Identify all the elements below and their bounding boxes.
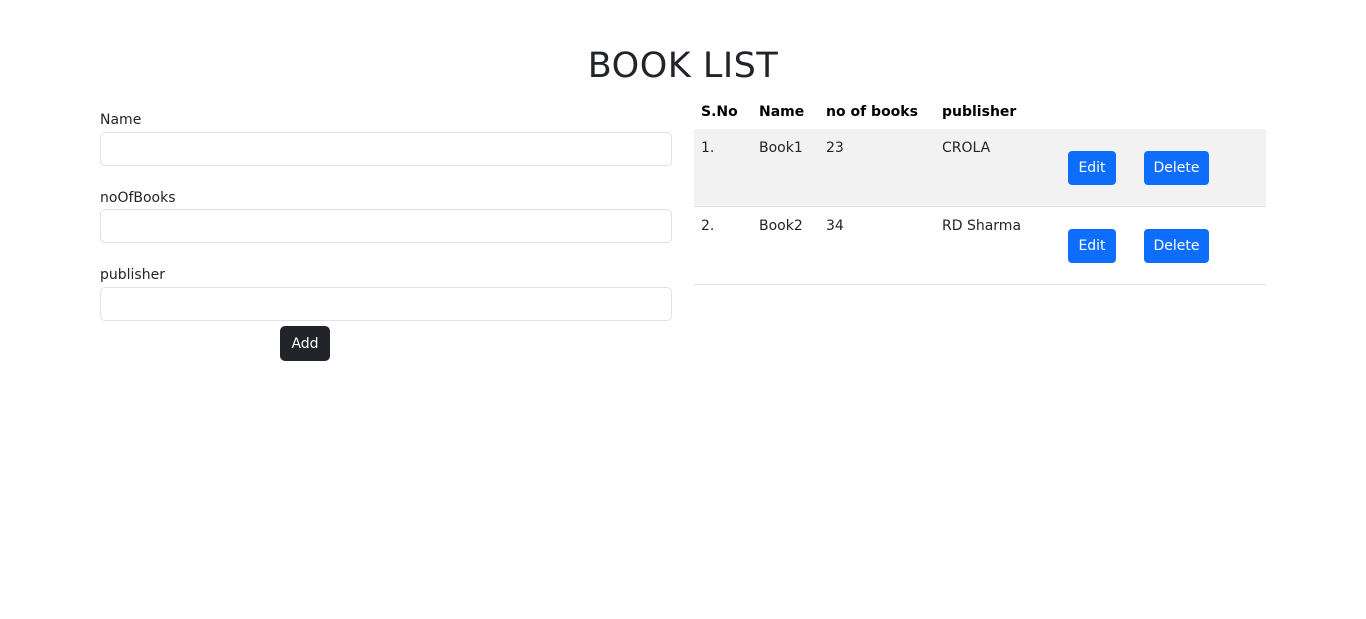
table-row: 2. Book2 34 RD Sharma Edit Delete [694, 206, 1266, 285]
header-edit [1054, 95, 1130, 129]
header-name: Name [759, 104, 805, 120]
publisher-input[interactable] [100, 287, 672, 321]
name-label: Name [100, 112, 142, 128]
cell-name: Book1 [752, 129, 819, 207]
cell-publisher: CROLA [935, 129, 1054, 207]
table-header-row: S.No Name no of books publisher [694, 95, 1266, 129]
cell-name: Book2 [752, 206, 819, 285]
page-title: BOOK LIST [587, 46, 779, 86]
book-table: S.No Name no of books publisher 1. Book1… [694, 95, 1266, 285]
header-no-of-books: no of books [826, 104, 918, 120]
no-of-books-label: noOfBooks [100, 190, 176, 206]
header-sno: S.No [701, 104, 738, 120]
page: BOOK LIST Name noOfBooks publisher Add S… [0, 0, 1366, 619]
header-delete [1130, 95, 1266, 129]
add-button[interactable]: Add [280, 326, 330, 361]
name-input[interactable] [100, 132, 672, 166]
cell-sno: 1. [694, 129, 752, 207]
delete-button[interactable]: Delete [1144, 151, 1209, 185]
header-publisher: publisher [942, 104, 1017, 120]
no-of-books-input[interactable] [100, 209, 672, 243]
edit-button[interactable]: Edit [1068, 151, 1116, 185]
cell-no-of-books: 34 [819, 206, 935, 285]
cell-edit: Edit [1054, 206, 1130, 285]
cell-sno: 2. [694, 206, 752, 285]
delete-button[interactable]: Delete [1144, 229, 1209, 263]
cell-publisher: RD Sharma [935, 206, 1054, 285]
book-table-container: S.No Name no of books publisher 1. Book1… [694, 95, 1266, 285]
edit-button[interactable]: Edit [1068, 229, 1116, 263]
publisher-label: publisher [100, 267, 165, 283]
cell-no-of-books: 23 [819, 129, 935, 207]
cell-delete: Delete [1130, 206, 1266, 285]
cell-delete: Delete [1130, 129, 1266, 207]
cell-edit: Edit [1054, 129, 1130, 207]
table-row: 1. Book1 23 CROLA Edit Delete [694, 129, 1266, 207]
